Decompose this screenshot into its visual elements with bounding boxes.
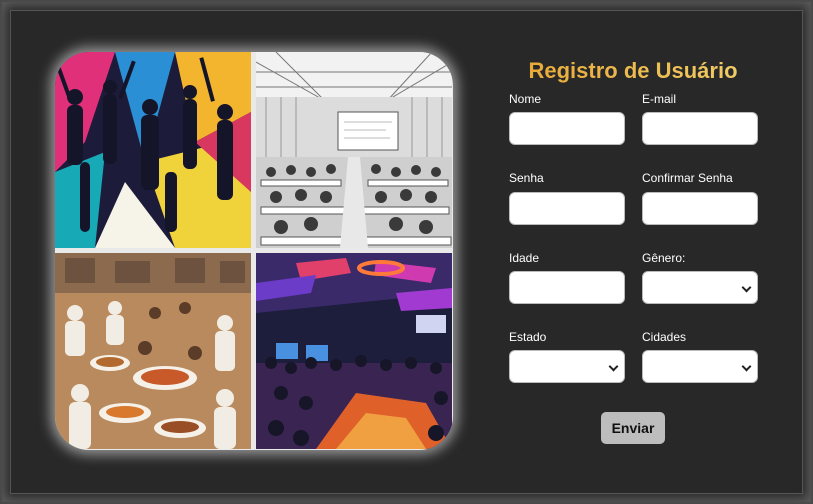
cidades-label: Cidades (642, 330, 687, 344)
nome-input[interactable] (509, 112, 625, 145)
senha-input[interactable] (509, 192, 625, 225)
idade-input[interactable] (509, 271, 625, 304)
genero-select[interactable] (642, 271, 758, 304)
party-dance-image (55, 52, 251, 248)
estado-label: Estado (509, 330, 547, 344)
confirmar-senha-input[interactable] (642, 192, 758, 225)
nome-label: Nome (509, 92, 542, 106)
events-collage (55, 52, 453, 450)
form-title: Registro de Usuário (508, 58, 758, 84)
idade-label: Idade (509, 251, 540, 265)
email-input[interactable] (642, 112, 758, 145)
food-festival-image (55, 253, 251, 449)
confirmar-senha-label: Confirmar Senha (642, 171, 733, 185)
email-label: E-mail (642, 92, 677, 106)
genero-label: Gênero: (642, 251, 686, 265)
estado-select[interactable] (509, 350, 625, 383)
conference-hall-image (256, 52, 452, 248)
senha-label: Senha (509, 171, 544, 185)
cidades-select[interactable] (642, 350, 758, 383)
gaming-event-image (256, 253, 452, 449)
submit-button[interactable]: Enviar (601, 412, 665, 444)
